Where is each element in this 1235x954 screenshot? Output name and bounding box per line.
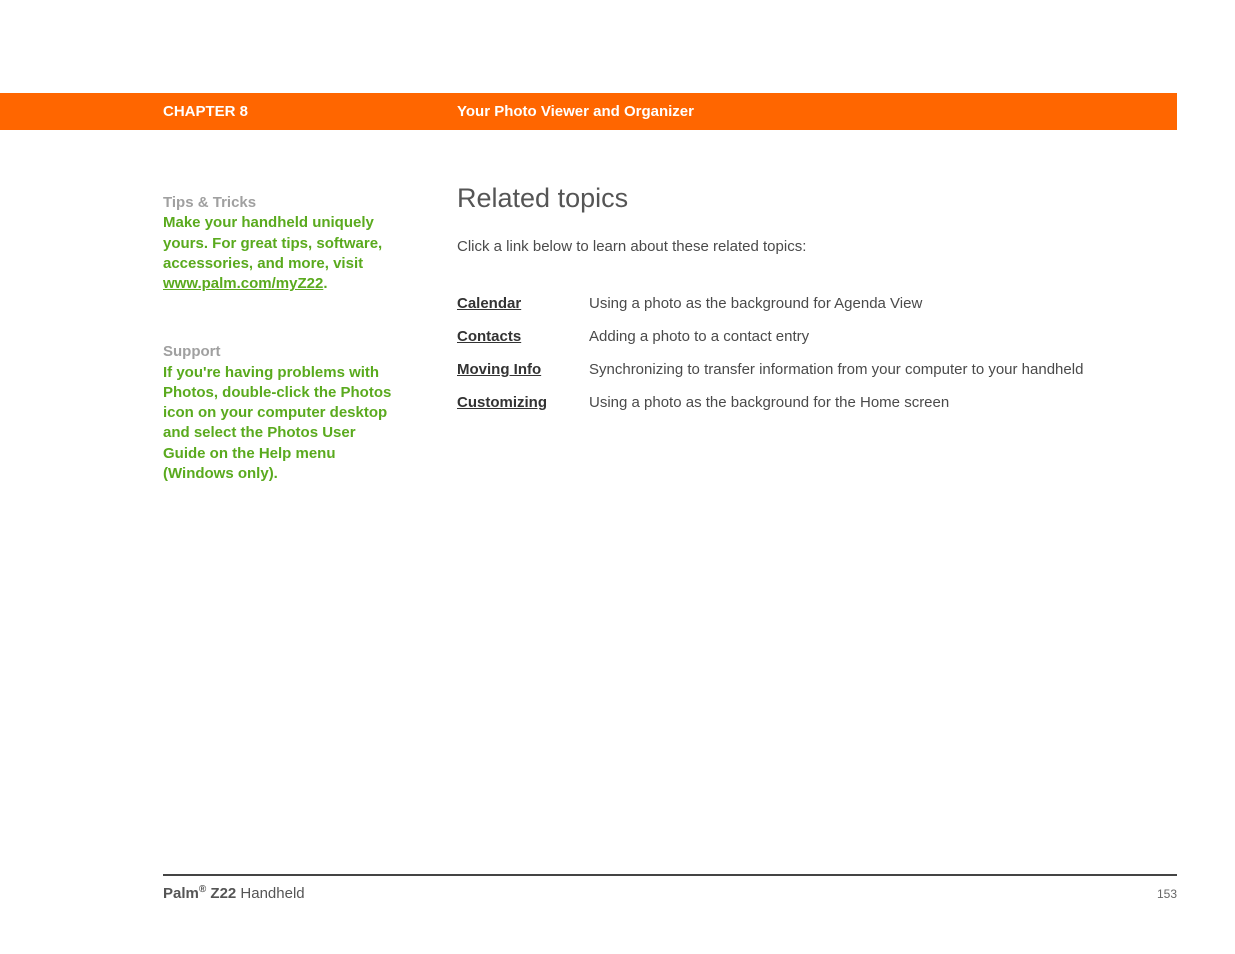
topic-link-customizing[interactable]: Customizing [457,394,547,411]
support-block: Support If you're having problems with P… [163,342,393,484]
tips-link[interactable]: www.palm.com/myZ22 [163,275,323,292]
tips-heading: Tips & Tricks [163,193,393,213]
support-heading: Support [163,342,393,362]
topic-desc: Adding a photo to a contact entry [589,328,1157,361]
tips-tricks-block: Tips & Tricks Make your handheld uniquel… [163,193,393,294]
related-topics-intro: Click a link below to learn about these … [457,238,1157,255]
table-row: Calendar Using a photo as the background… [457,295,1157,328]
topic-desc: Using a photo as the background for Agen… [589,295,1157,328]
support-text: If you're having problems with Photos, d… [163,363,393,485]
footer-brand: Palm [163,885,199,902]
topic-desc: Synchronizing to transfer information fr… [589,361,1157,394]
main-content: Related topics Click a link below to lea… [457,183,1157,427]
topic-link-calendar[interactable]: Calendar [457,295,521,312]
topic-link-contacts[interactable]: Contacts [457,328,521,345]
table-row: Customizing Using a photo as the backgro… [457,394,1157,427]
table-row: Moving Info Synchronizing to transfer in… [457,361,1157,394]
topic-desc: Using a photo as the background for the … [589,394,1157,427]
topic-link-moving-info[interactable]: Moving Info [457,361,541,378]
chapter-label: CHAPTER 8 [163,103,248,120]
page-title: Your Photo Viewer and Organizer [457,103,694,120]
chapter-header: CHAPTER 8 Your Photo Viewer and Organize… [0,93,1177,130]
topics-table: Calendar Using a photo as the background… [457,295,1157,427]
footer-product: Palm® Z22 Handheld [163,884,305,902]
sidebar: Tips & Tricks Make your handheld uniquel… [163,193,393,532]
page-number: 153 [1157,887,1177,901]
footer-product-name: Handheld [236,885,304,902]
tips-text-after: . [323,275,327,292]
table-row: Contacts Adding a photo to a contact ent… [457,328,1157,361]
footer-model: Z22 [206,885,236,902]
tips-text: Make your handheld uniquely yours. For g… [163,214,382,272]
page-footer: Palm® Z22 Handheld 153 [163,874,1177,902]
related-topics-heading: Related topics [457,183,1157,214]
